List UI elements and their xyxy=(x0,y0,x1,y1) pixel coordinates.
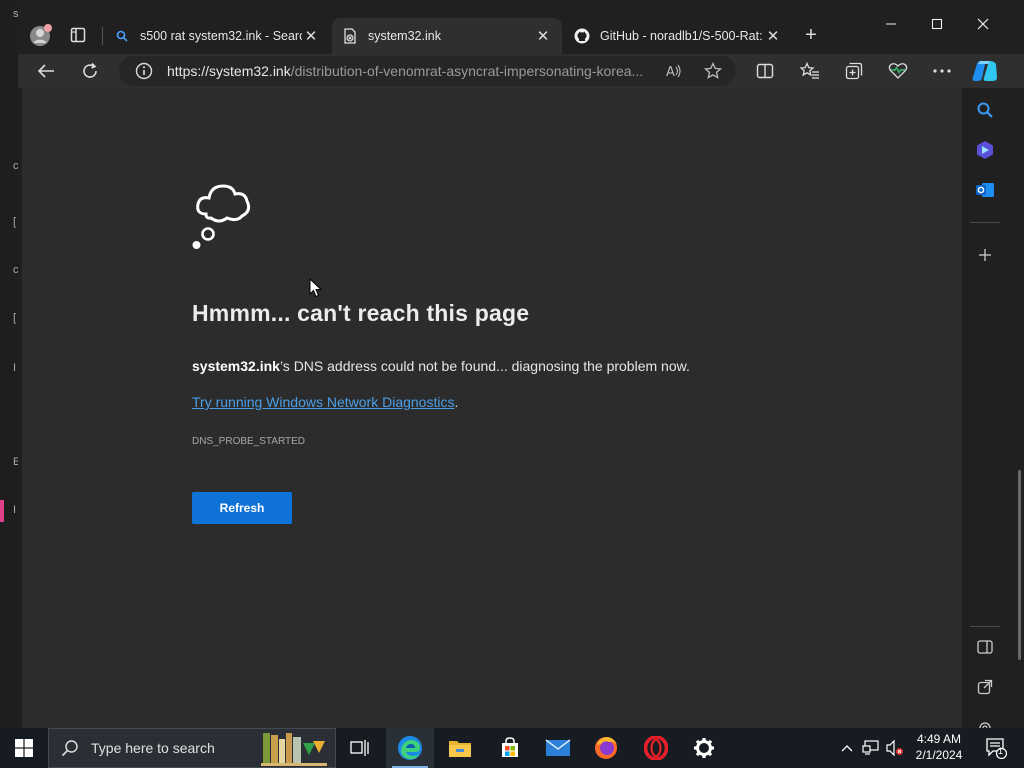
task-view-icon[interactable] xyxy=(336,728,384,768)
error-message: system32.ink’s DNS address could not be … xyxy=(192,358,690,374)
favorite-star-icon[interactable] xyxy=(703,61,723,85)
external-link-icon[interactable] xyxy=(973,675,997,699)
notification-center-icon[interactable]: 1 xyxy=(976,728,1016,768)
clock-date: 2/1/2024 xyxy=(915,748,963,762)
start-button[interactable] xyxy=(0,728,48,768)
network-icon[interactable] xyxy=(860,728,882,768)
browser-essentials-icon[interactable] xyxy=(882,56,914,86)
copilot-icon[interactable] xyxy=(968,54,1002,88)
collections-icon[interactable] xyxy=(838,56,870,86)
svg-text:A: A xyxy=(666,65,675,80)
tab-actions-icon[interactable] xyxy=(63,20,93,50)
new-tab-button[interactable]: + xyxy=(796,20,826,50)
file-explorer-icon[interactable] xyxy=(436,728,484,768)
github-icon xyxy=(574,28,590,44)
search-icon xyxy=(61,739,79,757)
site-info-icon[interactable] xyxy=(135,62,153,85)
close-window-button[interactable] xyxy=(960,14,1006,38)
error-host: system32.ink xyxy=(192,358,280,374)
sidebar-add-icon[interactable] xyxy=(973,243,997,267)
diagnostics-line: Try running Windows Network Diagnostics. xyxy=(192,394,458,410)
diagnostics-suffix: . xyxy=(454,394,459,410)
browser-toolbar: https://system32.ink/distribution-of-ven… xyxy=(18,54,1024,88)
thought-cloud-icon xyxy=(192,178,268,259)
read-aloud-icon[interactable]: A xyxy=(665,62,683,85)
mail-icon[interactable] xyxy=(534,728,582,768)
tab-title: system32.ink xyxy=(368,29,441,43)
sidebar-outlook-icon[interactable] xyxy=(973,178,997,202)
windows-taskbar: Type here to search 4:49 AM 2/1/2024 1 xyxy=(0,728,1024,768)
url-text[interactable]: https://system32.ink/distribution-of-ven… xyxy=(167,63,659,79)
close-tab-icon[interactable]: ✕ xyxy=(534,27,552,45)
error-page: Hmmm... can't reach this page system32.i… xyxy=(22,88,962,728)
search-highlight-icon xyxy=(253,729,335,768)
back-button[interactable] xyxy=(30,56,62,86)
store-icon[interactable] xyxy=(486,728,534,768)
show-hidden-icons-chevron-icon[interactable] xyxy=(836,728,858,768)
search-icon xyxy=(114,28,130,44)
firefox-icon[interactable] xyxy=(582,728,630,768)
clock-time: 4:49 AM xyxy=(916,732,962,746)
error-message-text: ’s DNS address could not be found... dia… xyxy=(279,358,690,374)
notification-count: 1 xyxy=(998,746,1004,756)
address-bar[interactable]: https://system32.ink/distribution-of-ven… xyxy=(119,56,736,86)
tab-search[interactable]: s500 rat system32.ink - Search ✕ xyxy=(104,18,330,54)
desktop-screen: s c [ c [ I E I s500 rat system32.ink - … xyxy=(0,0,1024,768)
favorites-icon[interactable] xyxy=(794,56,826,86)
sidebar-discover-icon[interactable] xyxy=(973,138,997,162)
sidebar-hide-icon[interactable] xyxy=(973,635,997,659)
refresh-button[interactable]: Refresh xyxy=(192,492,292,524)
tab-system32-ink[interactable]: system32.ink ✕ xyxy=(332,18,562,54)
edge-taskbar-icon[interactable] xyxy=(386,728,434,768)
split-screen-icon[interactable] xyxy=(749,56,781,86)
taskbar-search-placeholder: Type here to search xyxy=(91,740,215,756)
network-diagnostics-link[interactable]: Try running Windows Network Diagnostics xyxy=(192,394,454,410)
url-domain: https://system32.ink xyxy=(167,63,291,79)
tab-strip: s500 rat system32.ink - Search ✕ system3… xyxy=(18,0,1024,54)
tab-title: GitHub - noradlb1/S-500-Rat: S xyxy=(600,29,764,43)
refresh-icon[interactable] xyxy=(74,56,106,86)
settings-gear-icon[interactable] xyxy=(680,728,728,768)
maximize-button[interactable] xyxy=(914,14,960,38)
close-tab-icon[interactable]: ✕ xyxy=(764,27,782,45)
error-code: DNS_PROBE_STARTED xyxy=(192,436,305,447)
url-path: /distribution-of-venomrat-asyncrat-imper… xyxy=(290,63,644,79)
system-clock[interactable]: 4:49 AM 2/1/2024 xyxy=(908,731,970,763)
taskbar-search-box[interactable]: Type here to search xyxy=(48,728,336,768)
close-tab-icon[interactable]: ✕ xyxy=(302,27,320,45)
minimize-button[interactable] xyxy=(868,14,914,38)
volume-muted-icon[interactable] xyxy=(884,728,906,768)
tab-github[interactable]: GitHub - noradlb1/S-500-Rat: S ✕ xyxy=(564,18,792,54)
profile-avatar[interactable] xyxy=(26,20,56,50)
edge-browser-window: s500 rat system32.ink - Search ✕ system3… xyxy=(18,0,1024,734)
scrollbar[interactable] xyxy=(1018,470,1021,660)
page-title: Hmmm... can't reach this page xyxy=(192,300,530,326)
mouse-cursor-icon xyxy=(309,277,323,303)
edge-sidebar xyxy=(964,88,1006,734)
broken-page-icon xyxy=(342,28,358,44)
sidebar-search-icon[interactable] xyxy=(973,98,997,122)
opera-icon[interactable] xyxy=(632,728,680,768)
more-options-icon[interactable] xyxy=(926,56,958,86)
tab-title: s500 rat system32.ink - Search xyxy=(140,29,302,43)
